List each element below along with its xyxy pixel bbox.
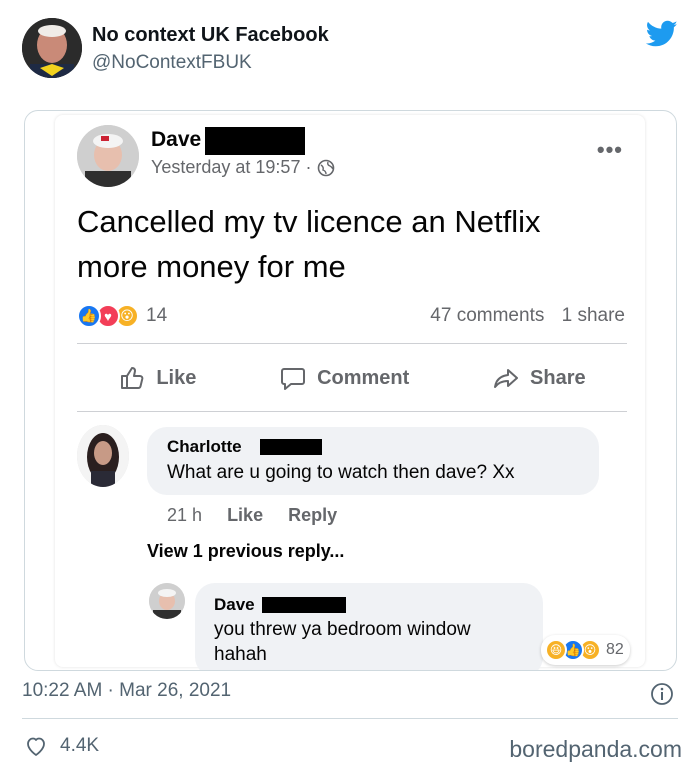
- globe-icon: [318, 159, 335, 176]
- post-text: Cancelled my tv licence an Netflix more …: [77, 199, 637, 289]
- share-arrow-icon: [494, 369, 519, 388]
- like-button: Like: [118, 364, 196, 392]
- twitter-bird-icon: [646, 20, 678, 47]
- like-reaction-icon: 👍: [77, 304, 101, 328]
- view-previous-replies: View 1 previous reply...: [147, 541, 345, 561]
- post-time-text: Yesterday at 19:57 ·: [151, 157, 312, 177]
- commenter-avatar: [77, 425, 129, 487]
- comment-reply-link: Reply: [288, 505, 338, 525]
- tweet-header: No context UK Facebook @NoContextFBUK: [22, 16, 678, 80]
- redaction-bar: [205, 127, 305, 155]
- share-count: 1 share: [561, 305, 625, 326]
- comment-meta: 21 h Like Reply: [167, 505, 357, 526]
- reply-reaction-count: 82: [606, 641, 624, 658]
- watermark: boredpanda.com: [509, 736, 682, 762]
- comment-text: What are u going to watch then dave? Xx: [167, 462, 515, 483]
- post-author-name: Dave: [151, 128, 202, 151]
- reply-author-name: Dave: [214, 595, 255, 614]
- tweet-timestamp[interactable]: 10:22 AM · Mar 26, 2021: [22, 680, 231, 702]
- post-action-bar: Like Comment Share: [77, 351, 627, 405]
- heart-icon: [27, 737, 45, 756]
- embedded-screenshot: Dave Yesterday at 19:57 · ••• Cancelled …: [24, 110, 677, 671]
- divider: [22, 718, 678, 719]
- reaction-summary: 👍 ♥ 😮 14: [77, 303, 167, 329]
- more-options-icon: •••: [596, 137, 623, 162]
- engagement-counts: 47 comments 1 share: [418, 305, 625, 327]
- divider: [77, 343, 627, 344]
- info-icon[interactable]: [650, 682, 674, 706]
- divider: [77, 411, 627, 412]
- post-author-avatar: [77, 125, 139, 187]
- redaction-bar: [262, 597, 346, 613]
- share-button: Share: [492, 364, 586, 392]
- share-button-label: Share: [530, 366, 586, 389]
- like-button-label: Like: [156, 366, 197, 389]
- profile-avatar[interactable]: [22, 18, 82, 78]
- post-text-line-2: more money for me: [77, 249, 346, 284]
- comment-button: Comment: [279, 364, 409, 392]
- thumbs-up-icon: [121, 367, 144, 389]
- comment-time: 21 h: [167, 505, 203, 525]
- account-name[interactable]: No context UK Facebook: [92, 24, 329, 47]
- speech-bubble-icon: [281, 368, 306, 390]
- post-timestamp: Yesterday at 19:57 ·: [151, 157, 335, 178]
- facebook-post: Dave Yesterday at 19:57 · ••• Cancelled …: [55, 115, 645, 670]
- like-count: 4.4K: [60, 735, 100, 756]
- reply-text: you threw ya bedroom window hahah: [214, 617, 471, 667]
- comment-like-link: Like: [227, 505, 264, 525]
- haha-reaction-icon: 😆: [545, 639, 567, 661]
- comment-count: 47 comments: [430, 305, 545, 326]
- reply-author-avatar: [149, 583, 185, 619]
- commenter-name: Charlotte: [167, 437, 242, 456]
- redaction-bar: [260, 439, 322, 455]
- account-handle[interactable]: @NoContextFBUK: [92, 52, 252, 74]
- like-tweet-button[interactable]: 4.4K: [24, 734, 99, 758]
- post-text-line-1: Cancelled my tv licence an Netflix: [77, 204, 541, 239]
- reply-text-line-2: hahah: [214, 644, 267, 665]
- reply-text-line-1: you threw ya bedroom window: [214, 619, 471, 640]
- reply-reaction-summary: 😆 👍 😮 82: [541, 635, 630, 665]
- comment-button-label: Comment: [317, 366, 410, 389]
- reaction-count: 14: [146, 305, 168, 326]
